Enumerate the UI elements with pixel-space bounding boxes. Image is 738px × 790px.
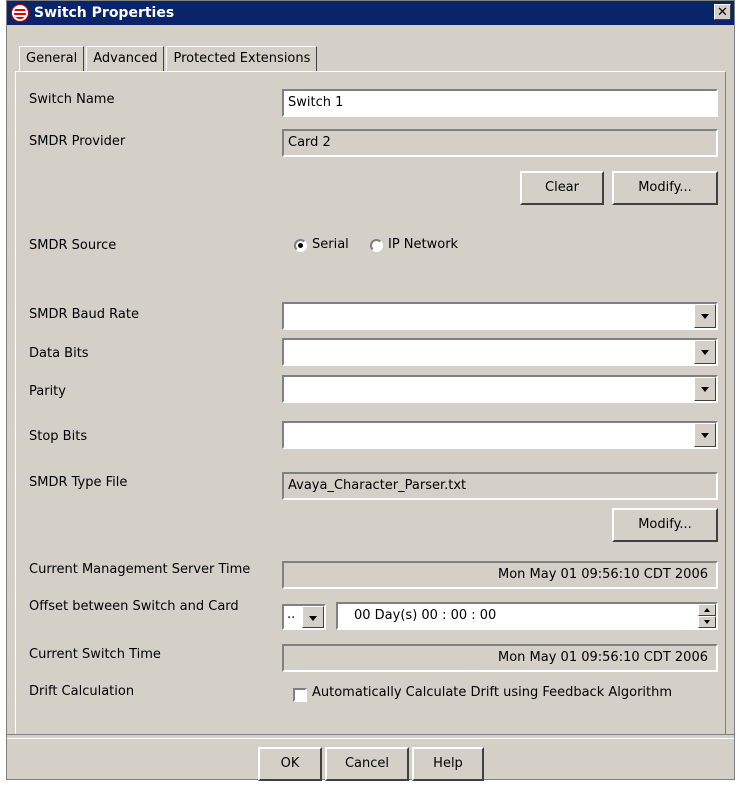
offset-spin-buttons[interactable] xyxy=(698,604,716,628)
offset-sign-value: .. xyxy=(287,607,296,622)
parity-dropdown[interactable] xyxy=(282,375,718,403)
title-bar[interactable]: Switch Properties ✕ xyxy=(7,1,734,25)
smdr-provider-label: SMDR Provider xyxy=(29,134,126,149)
baud-rate-dropdown[interactable] xyxy=(282,302,718,330)
smdr-source-label: SMDR Source xyxy=(29,238,117,253)
close-icon: ✕ xyxy=(717,5,728,20)
general-tab-panel: Switch Name Switch 1 SMDR Provider Card … xyxy=(15,71,726,735)
help-button[interactable]: Help xyxy=(412,747,484,781)
spin-down-icon[interactable] xyxy=(698,616,716,628)
parity-label: Parity xyxy=(29,384,66,399)
ok-button[interactable]: OK xyxy=(258,747,322,781)
tab-strip: General Advanced Protected Extensions xyxy=(19,46,319,72)
type-file-field: Avaya_Character_Parser.txt xyxy=(282,472,718,500)
tab-general[interactable]: General xyxy=(19,46,85,72)
chevron-down-icon[interactable] xyxy=(694,340,716,364)
server-time-label: Current Management Server Time xyxy=(29,562,251,577)
offset-value: 00 Day(s) 00 : 00 : 00 xyxy=(354,608,497,623)
spin-up-icon[interactable] xyxy=(698,604,716,616)
serial-radio-label: Serial xyxy=(312,237,349,252)
offset-label: Offset between Switch and Card xyxy=(29,599,239,614)
footer-separator xyxy=(7,734,734,739)
close-button[interactable]: ✕ xyxy=(714,4,731,20)
switch-properties-dialog: Switch Properties ✕ General Advanced Pro… xyxy=(6,0,735,781)
switch-name-label: Switch Name xyxy=(29,92,115,107)
drift-label: Drift Calculation xyxy=(29,684,135,699)
drift-checkbox[interactable] xyxy=(293,688,307,702)
switch-time-field: Mon May 01 09:56:10 CDT 2006 xyxy=(282,644,718,672)
cancel-button[interactable]: Cancel xyxy=(325,747,409,781)
globe-icon xyxy=(11,4,29,22)
offset-spinner[interactable]: 00 Day(s) 00 : 00 : 00 xyxy=(336,602,718,630)
tab-protected-extensions[interactable]: Protected Extensions xyxy=(166,46,318,72)
modify-provider-button[interactable]: Modify... xyxy=(612,171,718,205)
serial-radio[interactable] xyxy=(294,239,307,252)
type-file-label: SMDR Type File xyxy=(29,475,128,490)
smdr-provider-field: Card 2 xyxy=(282,129,718,157)
server-time-field: Mon May 01 09:56:10 CDT 2006 xyxy=(282,561,718,589)
window-title: Switch Properties xyxy=(34,5,175,21)
baud-rate-label: SMDR Baud Rate xyxy=(29,307,139,322)
ip-network-radio-label: IP Network xyxy=(388,237,459,252)
data-bits-label: Data Bits xyxy=(29,346,89,361)
chevron-down-icon[interactable] xyxy=(302,606,324,628)
offset-sign-dropdown[interactable]: .. xyxy=(282,604,326,630)
data-bits-dropdown[interactable] xyxy=(282,338,718,366)
chevron-down-icon[interactable] xyxy=(694,304,716,328)
drift-checkbox-label: Automatically Calculate Drift using Feed… xyxy=(312,685,673,700)
clear-button[interactable]: Clear xyxy=(520,171,604,205)
stop-bits-dropdown[interactable] xyxy=(282,421,718,449)
switch-time-label: Current Switch Time xyxy=(29,647,161,662)
tab-advanced[interactable]: Advanced xyxy=(86,46,165,72)
stop-bits-label: Stop Bits xyxy=(29,429,88,444)
chevron-down-icon[interactable] xyxy=(694,377,716,401)
chevron-down-icon[interactable] xyxy=(694,423,716,447)
ip-network-radio[interactable] xyxy=(370,239,383,252)
switch-name-field[interactable]: Switch 1 xyxy=(282,89,718,117)
modify-type-file-button[interactable]: Modify... xyxy=(612,508,718,542)
